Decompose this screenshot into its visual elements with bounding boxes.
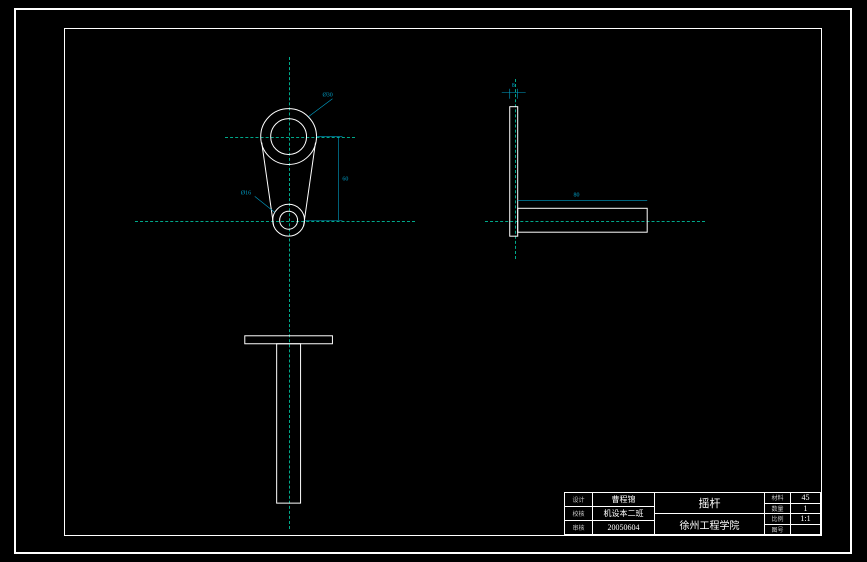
dim-height-text: 60 <box>342 176 348 182</box>
dim-height: 60 <box>305 137 349 221</box>
tb-l1: 设计 <box>565 493 593 507</box>
side-view: 8 80 <box>502 83 647 236</box>
dim-top-dia: Ø30 <box>309 93 333 117</box>
dim-bot-dia: Ø16 <box>241 190 275 212</box>
tb-v2: 机设本二班 <box>593 507 655 521</box>
drawing-frame: Ø30 Ø16 60 8 <box>64 28 822 536</box>
tb-r-v3: 1:1 <box>791 514 821 525</box>
tb-v3: 20050604 <box>593 521 655 535</box>
tb-r-v2: 1 <box>791 504 821 515</box>
front-view: Ø30 Ø16 60 <box>241 93 349 236</box>
institution: 徐州工程学院 <box>655 514 765 535</box>
dim-length-text: 80 <box>573 192 579 198</box>
tb-r-l4: 图号 <box>765 525 791 536</box>
tb-r-v1: 45 <box>791 493 821 504</box>
tb-v1: 曹程锦 <box>593 493 655 507</box>
tb-r-v4 <box>791 525 821 536</box>
title-block: 设计 校核 审核 曹程锦 机设本二班 20050604 摇杆 徐州工程学院 材料… <box>564 492 821 535</box>
part-name: 摇杆 <box>655 493 765 514</box>
dim-thickness: 8 <box>502 83 526 99</box>
dim-thickness-text: 8 <box>512 83 515 89</box>
dim-top-dia-text: Ø30 <box>322 93 332 99</box>
dim-length: 80 <box>518 192 647 200</box>
drawing-canvas: Ø30 Ø16 60 8 <box>65 29 821 535</box>
tb-r-l1: 材料 <box>765 493 791 504</box>
tb-r-l2: 数量 <box>765 504 791 515</box>
tb-l3: 审核 <box>565 521 593 535</box>
dim-bot-dia-text: Ø16 <box>241 190 251 196</box>
bottom-view <box>245 336 333 503</box>
tb-r-l3: 比例 <box>765 514 791 525</box>
tb-l2: 校核 <box>565 507 593 521</box>
